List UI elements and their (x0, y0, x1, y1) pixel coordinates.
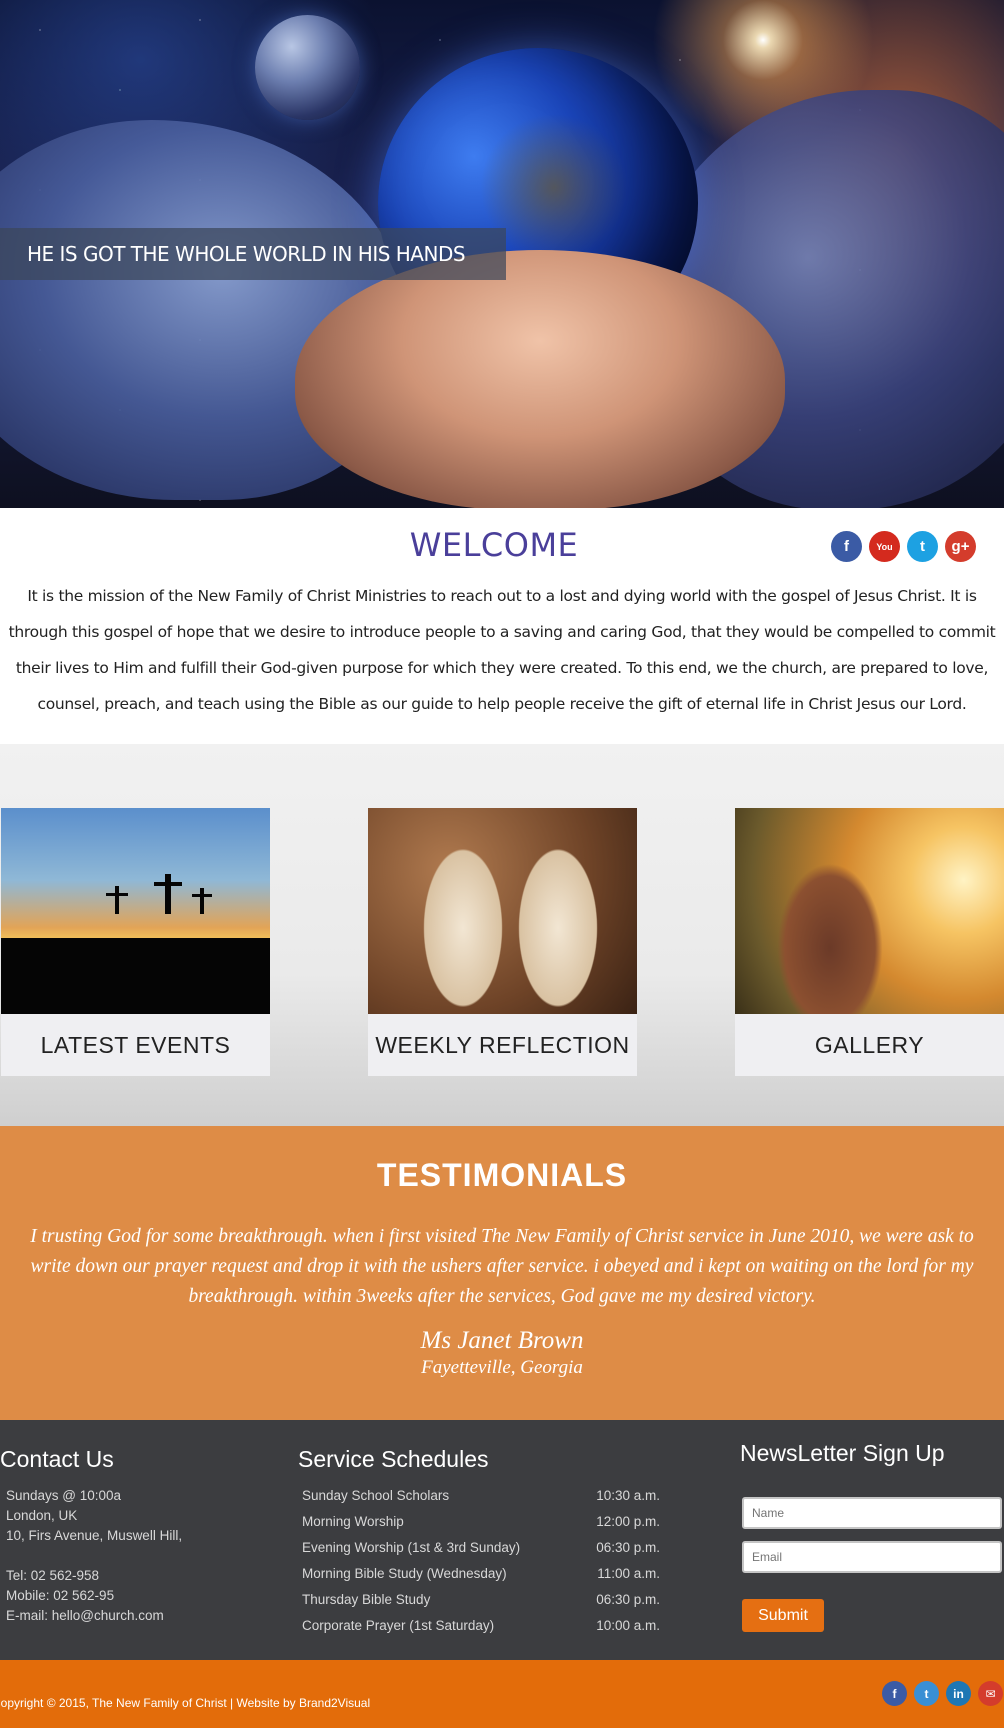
facebook-icon[interactable]: f (882, 1681, 907, 1706)
contact-line: Tel: 02 562-958 (6, 1568, 100, 1583)
newsletter-name-input[interactable] (742, 1497, 1002, 1529)
feature-card-gallery[interactable]: GALLERY (735, 808, 1004, 1076)
hero-caption: HE IS GOT THE WHOLE WORLD IN HIS HANDS (27, 242, 466, 266)
youtube-icon[interactable]: You (869, 531, 900, 562)
schedule-row: Sunday School Scholars 10:30 a.m. (302, 1486, 660, 1512)
contact-line: 10, Firs Avenue, Muswell Hill, (6, 1528, 183, 1543)
welcome-section: WELCOME f You t g+ It is the mission of … (0, 508, 1004, 744)
twitter-icon[interactable]: t (914, 1681, 939, 1706)
schedule-time: 10:30 a.m. (596, 1488, 660, 1503)
schedule-time: 12:00 p.m. (596, 1514, 660, 1529)
hero-banner: HE IS GOT THE WHOLE WORLD IN HIS HANDS (0, 0, 1004, 508)
schedule-name: Sunday School Scholars (302, 1488, 450, 1503)
schedule-row: Corporate Prayer (1st Saturday) 10:00 a.m… (302, 1616, 660, 1642)
twitter-icon[interactable]: t (907, 531, 938, 562)
google-plus-icon[interactable]: g+ (945, 531, 976, 562)
newsletter-email-input[interactable] (742, 1541, 1002, 1573)
crosses-image (1, 808, 270, 1014)
schedule-name: Corporate Prayer (1st Saturday) (302, 1618, 495, 1633)
schedule-row: Evening Worship (1st & 3rd Sunday) 06:30 … (302, 1538, 660, 1564)
feature-label-weekly-reflection[interactable]: WEEKLY REFLECTION (368, 1014, 637, 1076)
testimonial-location: Fayetteville, Georgia (421, 1357, 583, 1378)
footer-bar: Copyright © 2015, The New Family of Chri… (0, 1660, 1004, 1728)
contact-line: Mobile: 02 562-95 (6, 1588, 115, 1603)
copyright-text: Copyright © 2015, The New Family of Chri… (0, 1696, 371, 1710)
schedule-time: 06:30 p.m. (596, 1540, 660, 1555)
schedule-list: Sunday School Scholars 10:30 a.m. Morning… (302, 1486, 660, 1642)
testimonials-section: TESTIMONIALS I trusting God for some bre… (0, 1126, 1004, 1420)
schedule-name: Morning Worship (302, 1514, 404, 1529)
contact-title: Contact Us (0, 1446, 114, 1472)
contact-line (6, 1546, 182, 1566)
planet-image (255, 15, 360, 120)
feature-card-weekly-reflection[interactable]: WEEKLY REFLECTION (368, 808, 637, 1076)
contact-line: Sundays @ 10:00a (6, 1488, 122, 1503)
features-section: LATEST EVENTS WEEKLY REFLECTION GALLERY (0, 744, 1004, 1126)
schedule-time: 11:00 a.m. (597, 1566, 660, 1581)
schedule-time: 10:00 a.m. (596, 1618, 660, 1633)
wooden-crosses-image (368, 808, 637, 1014)
footer-social-links: f t in ✉ (882, 1681, 1003, 1706)
testimonial-quote: I trusting God for some breakthrough. wh… (30, 1226, 974, 1307)
social-links: f You t g+ (831, 531, 976, 562)
footer-info: Contact Us Sundays @ 10:00a London, UK 1… (0, 1420, 1004, 1660)
hands-image (295, 250, 785, 508)
facebook-icon[interactable]: f (831, 531, 862, 562)
schedule-time: 06:30 p.m. (596, 1592, 660, 1607)
welcome-text: It is the mission of the New Family of C… (8, 587, 996, 713)
feature-card-latest-events[interactable]: LATEST EVENTS (1, 808, 270, 1076)
schedule-row: Morning Bible Study (Wednesday) 11:00 a.m… (302, 1564, 660, 1590)
feature-label-latest-events[interactable]: LATEST EVENTS (1, 1014, 270, 1076)
schedule-name: Morning Bible Study (Wednesday) (302, 1566, 507, 1581)
mail-icon[interactable]: ✉ (978, 1681, 1003, 1706)
schedule-title: Service Schedules (298, 1446, 489, 1472)
schedule-row: Morning Worship 12:00 p.m. (302, 1512, 660, 1538)
schedule-name: Thursday Bible Study (302, 1592, 431, 1607)
schedule-name: Evening Worship (1st & 3rd Sunday) (302, 1540, 521, 1555)
girl-sunset-image (735, 808, 1004, 1014)
testimonials-title: TESTIMONIALS (376, 1157, 628, 1193)
contact-line: London, UK (6, 1508, 78, 1523)
feature-label-gallery[interactable]: GALLERY (735, 1014, 1004, 1076)
newsletter-submit-button[interactable]: Submit (742, 1599, 824, 1632)
hero-caption-box: HE IS GOT THE WHOLE WORLD IN HIS HANDS (0, 228, 506, 280)
newsletter-title: NewsLetter Sign Up (740, 1440, 945, 1466)
schedule-row: Thursday Bible Study 06:30 p.m. (302, 1590, 660, 1616)
contact-line: E-mail: hello@church.com (6, 1608, 164, 1623)
contact-details: Sundays @ 10:00a London, UK 10, Firs Ave… (6, 1486, 182, 1626)
testimonial-author: Ms Janet Brown (420, 1327, 584, 1354)
linkedin-icon[interactable]: in (946, 1681, 971, 1706)
